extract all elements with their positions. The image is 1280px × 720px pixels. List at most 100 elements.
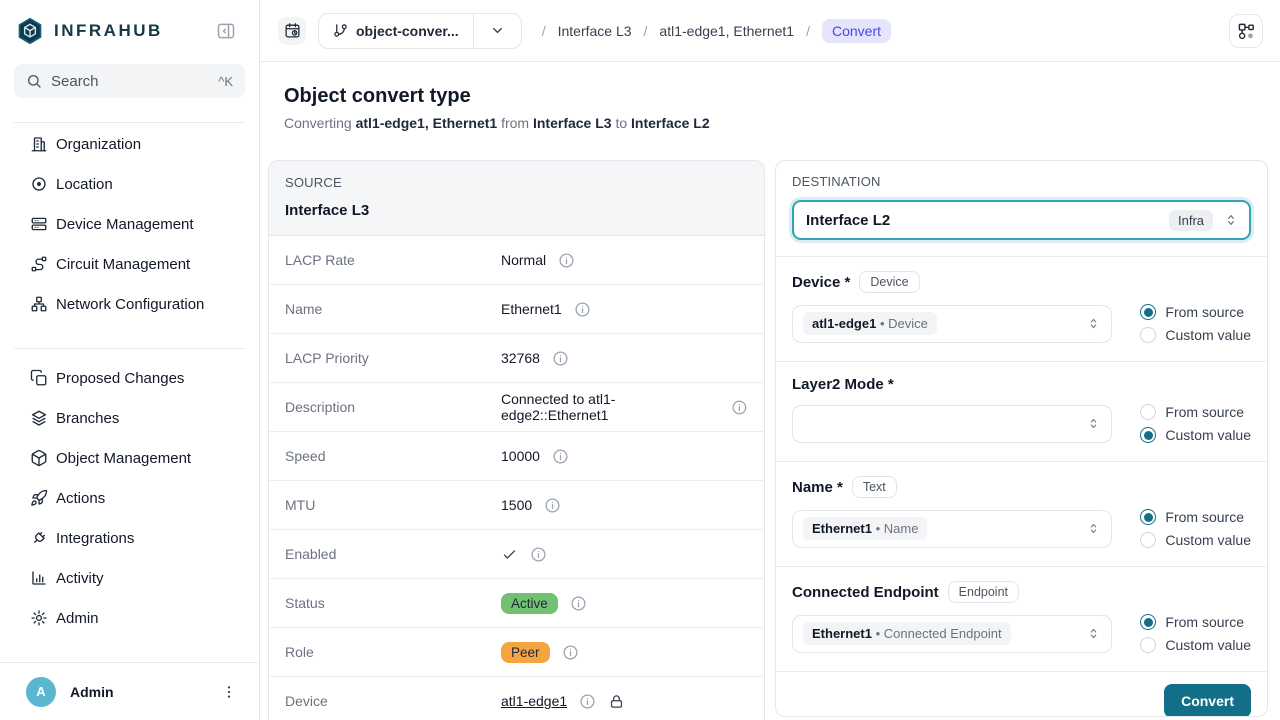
- sidebar-item-label: Location: [56, 176, 113, 193]
- info-icon[interactable]: [558, 252, 575, 269]
- info-icon[interactable]: [562, 644, 579, 661]
- destination-label: DESTINATION: [792, 174, 1251, 189]
- select-value: Ethernet1: [812, 626, 872, 641]
- breadcrumb-separator: /: [806, 23, 810, 39]
- custom-value-radio[interactable]: Custom value: [1140, 532, 1251, 548]
- sidebar-item-network-configuration[interactable]: Network Configuration: [0, 284, 259, 324]
- from-source-radio[interactable]: From source: [1140, 509, 1251, 525]
- sidebar-item-location[interactable]: Location: [0, 164, 259, 204]
- destination-panel: DESTINATION Interface L2 Infra Device * …: [775, 160, 1268, 717]
- layer2-mode-select[interactable]: [792, 405, 1112, 443]
- sidebar-item-device-management[interactable]: Device Management: [0, 204, 259, 244]
- user-name: Admin: [70, 684, 203, 700]
- info-icon[interactable]: [552, 350, 569, 367]
- sidebar-item-organization[interactable]: Organization: [0, 124, 259, 164]
- sidebar-item-branches[interactable]: Branches: [0, 398, 259, 438]
- table-row: Enabled: [269, 530, 764, 579]
- location-icon: [30, 175, 48, 193]
- sidebar-item-label: Proposed Changes: [56, 370, 184, 387]
- source-panel: SOURCE Interface L3 LACP Rate Normal Nam…: [268, 160, 765, 720]
- chevrons-up-down-icon: [1086, 521, 1101, 536]
- convert-button[interactable]: Convert: [1164, 684, 1251, 717]
- breadcrumb-separator: /: [644, 23, 648, 39]
- value-mode-radios: From source Custom value: [1140, 404, 1251, 443]
- plug-icon: [30, 529, 48, 547]
- chevrons-up-down-icon: [1086, 316, 1101, 331]
- building-icon: [30, 135, 48, 153]
- device-select[interactable]: atl1-edge1 • Device: [792, 305, 1112, 343]
- source-label: SOURCE: [285, 175, 748, 190]
- breadcrumb-item-object[interactable]: atl1-edge1, Ethernet1: [659, 23, 794, 39]
- sidebar-item-label: Branches: [56, 410, 119, 427]
- copy-icon: [30, 369, 48, 387]
- radio-circle: [1140, 404, 1156, 420]
- sidebar-item-integrations[interactable]: Integrations: [0, 518, 259, 558]
- search-shortcut: ^K: [218, 74, 233, 89]
- radio-label: From source: [1165, 614, 1244, 630]
- device-link[interactable]: atl1-edge1: [501, 693, 567, 709]
- info-icon[interactable]: [544, 497, 561, 514]
- subtitle-text: Converting: [284, 115, 352, 131]
- from-source-radio[interactable]: From source: [1140, 404, 1251, 420]
- sidebar-item-label: Object Management: [56, 450, 191, 467]
- from-source-radio[interactable]: From source: [1140, 304, 1251, 320]
- field-group-device: Device * Device atl1-edge1 • Device From…: [776, 257, 1267, 362]
- brand-name: INFRAHUB: [54, 21, 163, 41]
- sidebar-item-label: Activity: [56, 570, 104, 587]
- sidebar-item-activity[interactable]: Activity: [0, 558, 259, 598]
- kebab-menu-icon[interactable]: [217, 680, 241, 704]
- chart-icon: [30, 569, 48, 587]
- sidebar-item-proposed-changes[interactable]: Proposed Changes: [0, 358, 259, 398]
- field-group-layer2-mode: Layer2 Mode * From source: [776, 362, 1267, 462]
- custom-value-radio[interactable]: Custom value: [1140, 427, 1251, 443]
- subtitle-to-kind: Interface L2: [631, 115, 710, 131]
- rocket-icon: [30, 489, 48, 507]
- field-label: Connected Endpoint: [792, 584, 939, 601]
- chevrons-up-down-icon: [1223, 212, 1239, 228]
- schema-viewer-button[interactable]: [1229, 14, 1263, 48]
- search-icon: [26, 73, 42, 89]
- info-icon[interactable]: [579, 693, 596, 710]
- destination-type-select[interactable]: Interface L2 Infra: [792, 200, 1251, 240]
- from-source-radio[interactable]: From source: [1140, 614, 1251, 630]
- sidebar-item-object-management[interactable]: Object Management: [0, 438, 259, 478]
- breadcrumb-separator: /: [542, 23, 546, 39]
- search-input[interactable]: Search ^K: [14, 64, 245, 98]
- breadcrumb: / Interface L3 / atl1-edge1, Ethernet1 /…: [542, 19, 891, 43]
- row-label: MTU: [285, 497, 501, 513]
- connected-endpoint-select[interactable]: Ethernet1 • Connected Endpoint: [792, 615, 1112, 653]
- breadcrumb-item-convert[interactable]: Convert: [822, 19, 891, 43]
- search-placeholder: Search: [51, 73, 209, 90]
- table-row: Device atl1-edge1: [269, 677, 764, 720]
- name-select[interactable]: Ethernet1 • Name: [792, 510, 1112, 548]
- sidebar-item-actions[interactable]: Actions: [0, 478, 259, 518]
- info-icon[interactable]: [574, 301, 591, 318]
- select-value: atl1-edge1: [812, 316, 876, 331]
- logo[interactable]: INFRAHUB: [16, 15, 245, 47]
- branch-name: object-conver...: [356, 23, 459, 39]
- info-icon[interactable]: [552, 448, 569, 465]
- custom-value-radio[interactable]: Custom value: [1140, 327, 1251, 343]
- select-value-suffix: • Device: [880, 316, 928, 331]
- info-icon[interactable]: [530, 546, 547, 563]
- sidebar-collapse-icon[interactable]: [213, 18, 239, 44]
- sidebar-item-circuit-management[interactable]: Circuit Management: [0, 244, 259, 284]
- user-menu[interactable]: A Admin: [0, 662, 259, 720]
- radio-circle: [1140, 637, 1156, 653]
- radio-label: From source: [1165, 404, 1244, 420]
- page-subtitle: Converting atl1-edge1, Ethernet1 from In…: [284, 115, 710, 131]
- server-icon: [30, 215, 48, 233]
- row-label: Description: [285, 399, 501, 415]
- value-mode-radios: From source Custom value: [1140, 614, 1251, 653]
- custom-value-radio[interactable]: Custom value: [1140, 637, 1251, 653]
- chevron-down-icon[interactable]: [474, 14, 521, 48]
- network-icon: [30, 295, 48, 313]
- info-icon[interactable]: [570, 595, 587, 612]
- sidebar-item-admin[interactable]: Admin: [0, 598, 259, 638]
- breadcrumb-item-schema[interactable]: Interface L3: [558, 23, 632, 39]
- branch-selector[interactable]: object-conver...: [318, 13, 522, 49]
- time-travel-button[interactable]: [278, 17, 306, 45]
- sidebar: INFRAHUB Search ^K Organization Location…: [0, 0, 260, 720]
- radio-circle: [1140, 509, 1156, 525]
- info-icon[interactable]: [731, 399, 748, 416]
